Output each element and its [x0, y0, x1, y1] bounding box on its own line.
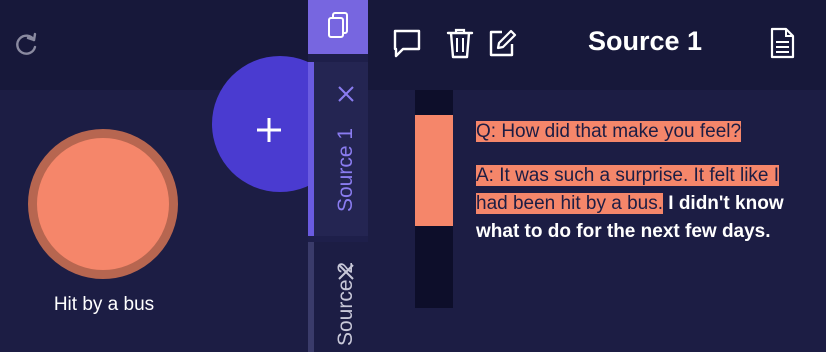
plus-icon [257, 118, 281, 142]
tab-source-1[interactable]: Source 1 [308, 62, 368, 236]
tab-label: Source 1 [334, 127, 357, 212]
highlighted-text[interactable]: Q: How did that make you feel? [476, 121, 742, 142]
edit-icon[interactable] [486, 26, 518, 60]
trash-icon[interactable] [444, 26, 476, 60]
document-text[interactable]: Q: How did that make you feel? A: It was… [476, 118, 816, 262]
paragraph: Q: How did that make you feel? [476, 118, 816, 146]
code-label: Hit by a bus [53, 294, 155, 315]
copy-icon [328, 12, 348, 38]
copy-button[interactable] [308, 0, 368, 54]
tab-label: Source 2 [334, 261, 357, 346]
tab-source-2[interactable]: Source 2 [308, 242, 368, 352]
close-icon[interactable] [336, 84, 356, 104]
code-bubble[interactable] [28, 129, 178, 279]
refresh-icon[interactable] [14, 32, 40, 58]
document-title: Source 1 [587, 26, 703, 56]
document-icon[interactable] [766, 26, 798, 60]
comment-icon[interactable] [391, 26, 423, 60]
code-margin-bar[interactable] [415, 115, 453, 226]
paragraph: A: It was such a surprise. It felt like … [476, 162, 816, 246]
